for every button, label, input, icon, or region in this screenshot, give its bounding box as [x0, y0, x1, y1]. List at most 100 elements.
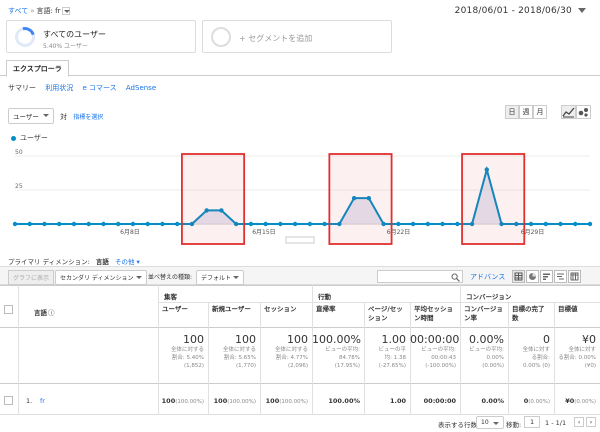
data-point	[410, 221, 416, 227]
total-l2: 00:00:43	[431, 355, 456, 361]
column-header-goal-completions[interactable]: 目標の完了数	[512, 305, 550, 323]
data-point	[440, 221, 445, 227]
total-value: 100	[235, 333, 256, 346]
granularity-week-button[interactable]: 週	[519, 105, 533, 119]
subnav-usage[interactable]: 利用状況	[45, 84, 73, 92]
table-toolbar: グラフに表示 セカンダリ ディメンション 並べ替えの種類: デフォルト アドバン…	[0, 266, 600, 285]
date-range-picker[interactable]: 2018/06/01 - 2018/06/30	[455, 6, 586, 16]
next-page-icon[interactable]: ›	[586, 417, 596, 427]
rows-per-page-select[interactable]: 10	[476, 416, 504, 429]
row-percent: (100.00%)	[175, 399, 204, 405]
column-header-bounce-rate[interactable]: 直帰率	[316, 305, 360, 314]
sort-type-label: 並べ替えの種類:	[148, 274, 193, 281]
total-l2: 84.78%	[339, 355, 360, 361]
pie-view-icon[interactable]	[526, 270, 539, 283]
total-goal-completions: 0 全体に対す る割合: 0.00% (0)	[508, 333, 550, 370]
row-checkbox[interactable]	[4, 396, 13, 405]
total-l1: 全体に対す	[522, 347, 550, 353]
x-tick-label: 6月8日	[120, 229, 140, 236]
data-point	[292, 221, 298, 227]
subnav-summary[interactable]: サマリー	[8, 84, 36, 92]
table-search-input[interactable]	[377, 270, 463, 283]
search-icon	[451, 273, 460, 282]
subnav-adsense[interactable]: AdSense	[126, 84, 156, 92]
primary-dimension-value: 言語	[95, 258, 109, 266]
column-header-conversion-rate[interactable]: コンバージョン率	[464, 305, 504, 323]
column-header-goal-value[interactable]: 目標値	[558, 305, 596, 314]
chevron-down-icon	[578, 8, 586, 13]
data-point	[145, 221, 150, 227]
data-point	[263, 221, 268, 227]
advanced-filter-link[interactable]: アドバンス	[470, 272, 505, 282]
tab-explorer[interactable]: エクスプローラ	[6, 60, 69, 77]
line-chart-icon[interactable]	[561, 105, 576, 119]
row-index: 1.	[26, 397, 33, 405]
row-value: 00:00:00	[423, 397, 456, 405]
motion-chart-icon[interactable]	[576, 105, 591, 119]
total-l3: (-100.00%)	[425, 363, 456, 369]
total-value: 100	[287, 333, 308, 346]
segment-all-users[interactable]: すべてのユーザー 5.40% ユーザー	[6, 20, 196, 53]
x-tick-label: 6月15日	[252, 229, 275, 236]
table-view-icon[interactable]	[512, 270, 525, 283]
data-point	[27, 221, 32, 227]
add-segment-label: + セグメントを追加	[239, 34, 313, 43]
total-avg-session-duration: 00:00:00 ビューの平均: 00:00:43 (-100.00%)	[410, 333, 460, 370]
row-value: 100.00%	[328, 397, 360, 405]
row-value: 100	[213, 397, 228, 405]
chart-range-handle	[285, 236, 315, 244]
column-header-avg-session-duration[interactable]: 平均セッション時間	[414, 305, 456, 323]
column-header-pages-per-session[interactable]: ページ/セッション	[368, 305, 406, 323]
column-header-new-users[interactable]: 新規ユーザー	[212, 305, 256, 314]
other-dimension-link[interactable]: その他 ▾	[115, 258, 140, 266]
breadcrumb-dropdown-icon[interactable]	[62, 7, 71, 15]
total-value: 0.00%	[469, 333, 504, 346]
performance-view-icon[interactable]	[540, 270, 553, 283]
secondary-dimension-select[interactable]: セカンダリ ディメンション	[55, 270, 147, 285]
metric-selector-row: ユーザー 対 指標を選択	[8, 108, 103, 124]
column-header-users[interactable]: ユーザー	[162, 305, 204, 314]
users-line-chart: 25506月8日 6月15日 6月22日 6月29日	[12, 149, 593, 245]
row-goal-completions: 0(0.00%)	[508, 397, 550, 406]
column-header-sessions[interactable]: セッション	[264, 305, 308, 314]
sort-type-select[interactable]: デフォルト	[196, 270, 245, 285]
prev-page-icon[interactable]: ‹	[574, 417, 584, 427]
data-point	[160, 221, 165, 227]
breadcrumb-root[interactable]: すべて	[8, 7, 28, 15]
breadcrumb: すべて» 言語: fr	[8, 6, 71, 16]
add-segment-button[interactable]: + セグメントを追加	[202, 20, 392, 53]
select-all-checkbox[interactable]	[4, 305, 13, 314]
breadcrumb-current: 言語: fr	[36, 7, 61, 15]
total-l2: 均: 1.38	[384, 355, 406, 361]
metric-select[interactable]: ユーザー	[8, 108, 54, 124]
data-point	[174, 221, 180, 227]
row-language-link[interactable]: fr	[40, 397, 45, 405]
granularity-month-button[interactable]: 月	[533, 105, 547, 119]
total-l1: 全体に対する	[170, 347, 204, 353]
dimension-header[interactable]: 言語	[34, 307, 47, 317]
total-bounce-rate: 100.00% ビューの平均: 84.78% (17.95%)	[312, 333, 361, 370]
granularity-day-button[interactable]: 日	[505, 105, 519, 119]
total-conversion-rate: 0.00% ビューの平均: 0.00% (0.00%)	[460, 333, 504, 370]
goto-page-input[interactable]: 1	[524, 416, 541, 428]
total-l1: ビューの平均:	[469, 347, 504, 353]
plot-rows-button[interactable]: グラフに表示	[8, 270, 55, 285]
data-point	[278, 221, 283, 227]
subnav-ecommerce[interactable]: e コマース	[82, 84, 116, 92]
comparison-view-icon[interactable]	[554, 270, 567, 283]
total-l1: 全体に対す	[568, 347, 596, 353]
row-avg-session-duration: 00:00:00	[410, 397, 456, 405]
y-tick-label: 25	[15, 183, 23, 190]
total-l2: 割合: 5.65%	[223, 355, 256, 361]
primary-dimension-label: プライマリ ディメンション:	[8, 258, 90, 266]
data-point	[101, 221, 106, 227]
data-point	[425, 221, 431, 227]
total-l3: (0.00%)	[482, 363, 504, 369]
pivot-view-icon[interactable]	[568, 270, 581, 283]
total-l3: (1,852)	[183, 363, 204, 369]
pagination: 表示する行数: 10 移動: 1 1 - 1/1 ‹ ›	[0, 415, 600, 432]
total-value: 00:00:00	[410, 333, 460, 346]
total-l2: る割合:	[531, 355, 550, 361]
choose-metric-link[interactable]: 指標を選択	[73, 114, 103, 121]
total-pages-per-session: 1.00 ビューの平 均: 1.38 (-27.65%)	[364, 333, 406, 370]
